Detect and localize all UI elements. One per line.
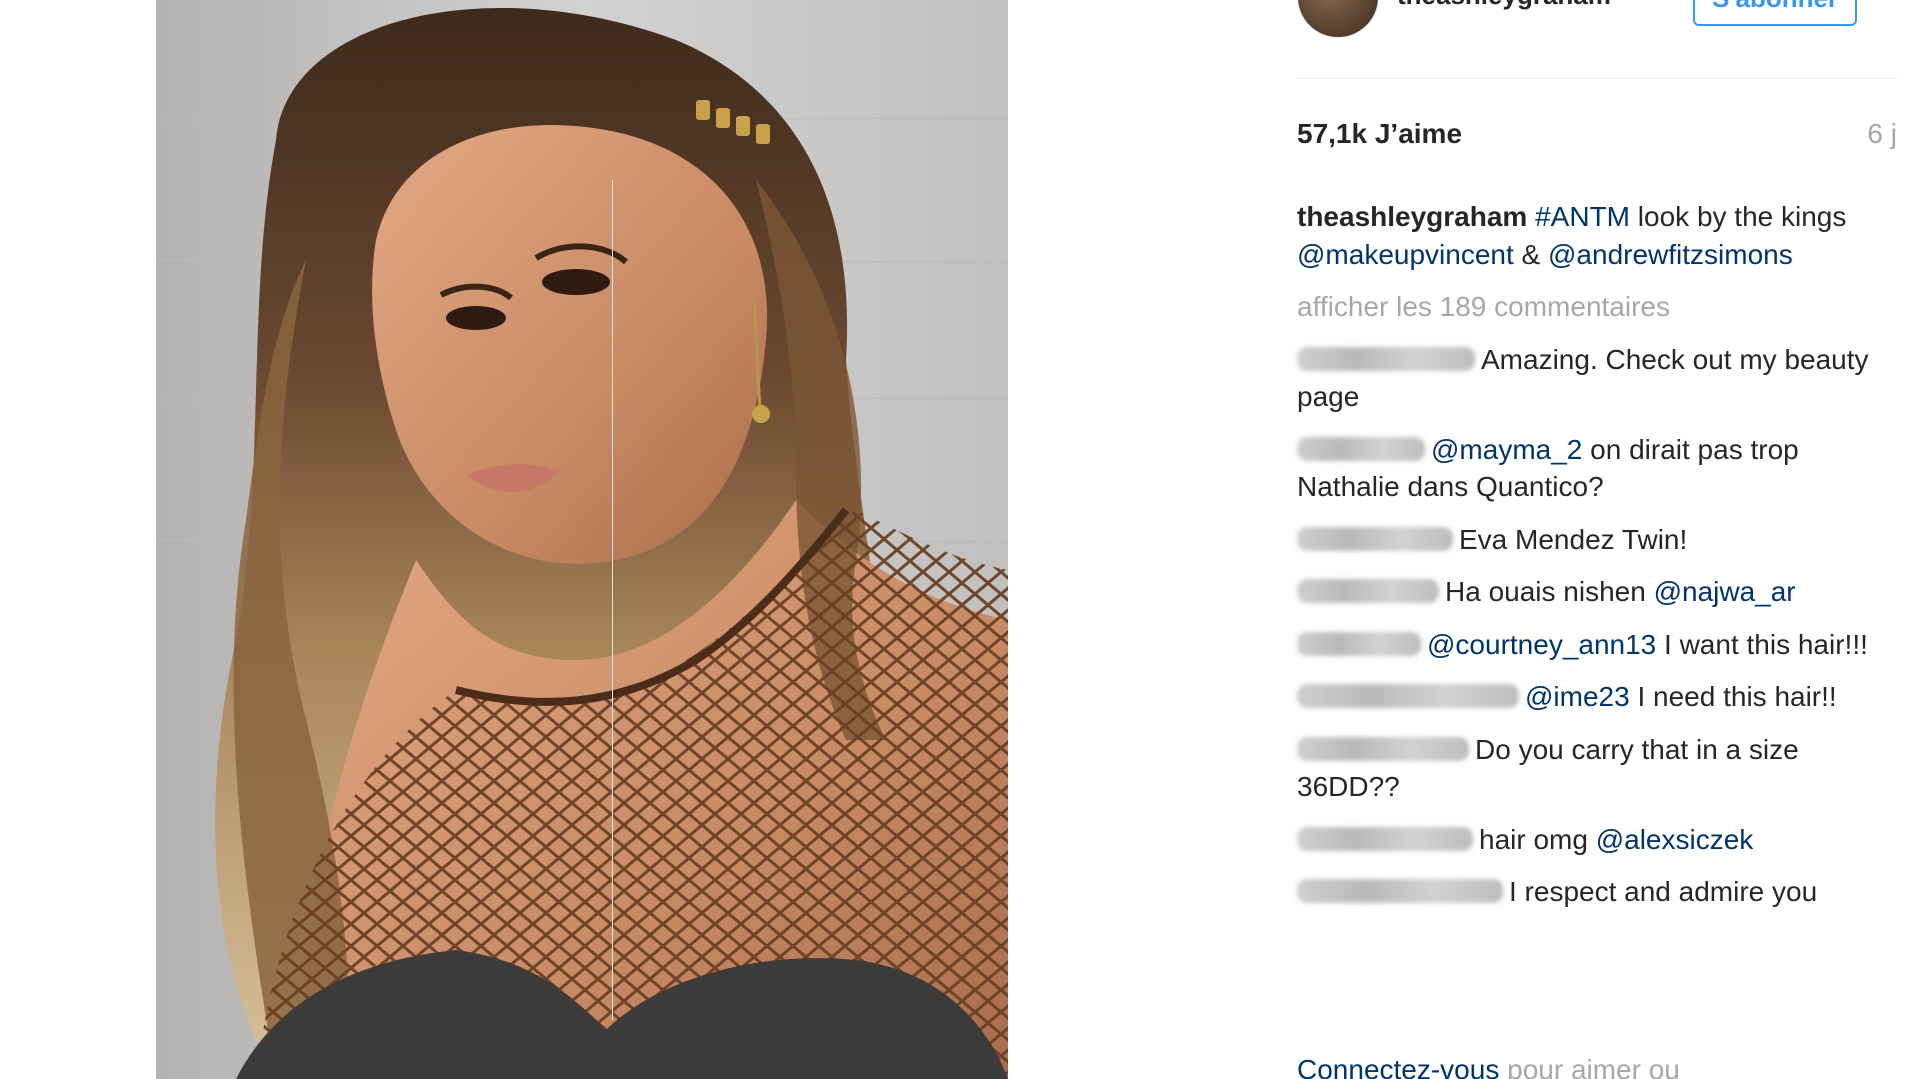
comment-item: Amazing. Check out my beauty page bbox=[1297, 341, 1887, 416]
comment-text: Ha ouais nishen bbox=[1445, 576, 1654, 607]
caption-mention-1[interactable]: @makeupvincent bbox=[1297, 239, 1514, 270]
caption-username[interactable]: theashleygraham bbox=[1297, 201, 1527, 232]
comment-item: Do you carry that in a size 36DD?? bbox=[1297, 731, 1887, 806]
caption-mention-2[interactable]: @andrewfitzsimons bbox=[1548, 239, 1793, 270]
view-all-comments-link[interactable]: afficher les 189 commentaires bbox=[1297, 288, 1887, 326]
comment-text: hair omg bbox=[1479, 823, 1596, 855]
post-photo[interactable] bbox=[156, 0, 1008, 1079]
comment-mention[interactable]: @ime23 bbox=[1525, 681, 1630, 712]
login-prompt: Connectez-vous pour aimer ou bbox=[1297, 1054, 1680, 1079]
header-username[interactable]: theashleygraham bbox=[1397, 0, 1611, 11]
comment-item: Ha ouais nishen @najwa_ar bbox=[1297, 573, 1887, 611]
comment-item: @mayma_2 on dirait pas trop Nathalie dan… bbox=[1297, 431, 1887, 506]
comment-item: Eva Mendez Twin! bbox=[1297, 521, 1887, 559]
blurred-username[interactable] bbox=[1297, 436, 1425, 461]
blurred-username[interactable] bbox=[1297, 684, 1519, 708]
profile-avatar[interactable] bbox=[1297, 0, 1379, 38]
likes-count[interactable]: 57,1k J’aime bbox=[1297, 118, 1462, 150]
login-link[interactable]: Connectez-vous bbox=[1297, 1054, 1499, 1079]
blurred-username[interactable] bbox=[1297, 631, 1421, 656]
comment-item: @courtney_ann13 I want this hair!!! bbox=[1297, 626, 1887, 664]
comment-item: @ime23 I need this hair!! bbox=[1297, 678, 1887, 716]
follow-button[interactable]: S'abonner bbox=[1693, 0, 1857, 26]
comment-text: I respect and admire you bbox=[1509, 876, 1818, 907]
blurred-username[interactable] bbox=[1297, 579, 1439, 603]
comment-mention[interactable]: @mayma_2 bbox=[1431, 434, 1582, 465]
blurred-username[interactable] bbox=[1297, 736, 1469, 761]
blurred-username[interactable] bbox=[1297, 346, 1475, 371]
comment-mention[interactable]: @courtney_ann13 bbox=[1427, 629, 1656, 660]
comment-mention[interactable]: @najwa_ar bbox=[1654, 576, 1796, 607]
blurred-username[interactable] bbox=[1297, 879, 1503, 903]
blurred-username[interactable] bbox=[1297, 526, 1453, 551]
comment-text: I need this hair!! bbox=[1629, 681, 1837, 712]
comments-section: theashleygraham #ANTM look by the kings … bbox=[1297, 198, 1887, 926]
portrait-illustration bbox=[156, 0, 1008, 1079]
post-header: theashleygraham S'abonner bbox=[1297, 0, 1897, 79]
caption-text-1: look by the kings bbox=[1630, 201, 1847, 232]
caption-hashtag[interactable]: #ANTM bbox=[1535, 201, 1630, 232]
caption-text-2: & bbox=[1513, 238, 1548, 270]
comment-item: hair omg @alexsiczek bbox=[1297, 821, 1887, 859]
likes-row: 57,1k J’aime 6 j bbox=[1297, 118, 1897, 158]
comment-item: I respect and admire you bbox=[1297, 873, 1887, 911]
post-time-ago[interactable]: 6 j bbox=[1867, 118, 1897, 150]
caption: theashleygraham #ANTM look by the kings … bbox=[1297, 198, 1887, 273]
blurred-username[interactable] bbox=[1297, 826, 1473, 851]
comment-text: I want this hair!!! bbox=[1656, 628, 1868, 660]
panel-divider bbox=[612, 180, 613, 1020]
comment-mention[interactable]: @alexsiczek bbox=[1596, 824, 1754, 855]
post-side-panel: theashleygraham S'abonner 57,1k J’aime 6… bbox=[1297, 0, 1897, 1079]
comment-text: Eva Mendez Twin! bbox=[1459, 523, 1688, 555]
instagram-post-page: theashleygraham S'abonner 57,1k J’aime 6… bbox=[0, 0, 1920, 1079]
login-prompt-text: pour aimer ou bbox=[1499, 1054, 1680, 1079]
